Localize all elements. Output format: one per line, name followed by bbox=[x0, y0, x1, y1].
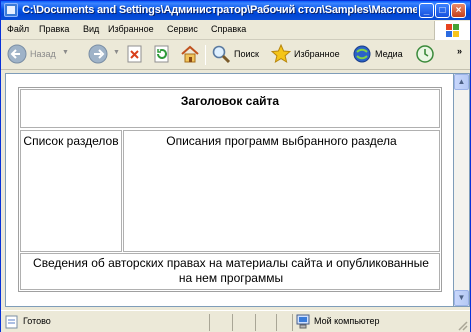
stop-icon bbox=[127, 45, 142, 63]
status-separator bbox=[276, 314, 277, 331]
back-dropdown-icon[interactable]: ▼ bbox=[62, 49, 69, 56]
media-label: Медиа bbox=[375, 49, 403, 59]
home-icon bbox=[181, 45, 199, 63]
star-icon bbox=[271, 44, 291, 64]
main-cell: Описания программ выбранного раздела bbox=[123, 130, 440, 252]
toolbar-separator bbox=[205, 45, 206, 65]
media-button[interactable]: Медиа bbox=[352, 44, 408, 66]
search-label: Поиск bbox=[234, 49, 259, 59]
page-viewport[interactable]: Заголовок сайта Список разделов Описания… bbox=[5, 73, 454, 307]
stop-button[interactable] bbox=[127, 44, 145, 66]
sections-list-text: Список разделов bbox=[23, 134, 119, 148]
forward-button[interactable]: ▼ bbox=[88, 44, 122, 66]
forward-arrow-icon bbox=[88, 44, 108, 64]
status-separator bbox=[209, 314, 210, 331]
close-button[interactable]: × bbox=[451, 3, 466, 18]
back-label: Назад bbox=[30, 49, 56, 59]
scroll-up-icon[interactable]: ▲ bbox=[454, 74, 469, 90]
search-icon bbox=[212, 45, 231, 64]
back-button[interactable]: Назад ▼ bbox=[7, 44, 69, 66]
status-text: Готово bbox=[23, 316, 51, 326]
menu-favorites[interactable]: Избранное bbox=[108, 24, 154, 34]
favorites-label: Избранное bbox=[294, 49, 340, 59]
security-zone-text: Мой компьютер bbox=[314, 316, 380, 326]
my-computer-icon bbox=[296, 314, 310, 329]
scroll-down-icon[interactable]: ▼ bbox=[454, 290, 469, 306]
page-done-icon bbox=[5, 315, 18, 329]
history-button[interactable] bbox=[415, 44, 435, 66]
copyright-text: Сведения об авторских правах на материал… bbox=[33, 256, 429, 285]
windows-logo bbox=[434, 21, 470, 40]
programs-description-text: Описания программ выбранного раздела bbox=[166, 134, 397, 148]
menu-tools[interactable]: Сервис bbox=[167, 24, 198, 34]
resize-grip-icon[interactable] bbox=[456, 319, 468, 331]
vertical-scrollbar[interactable]: ▲ ▼ bbox=[454, 73, 470, 307]
footer-cell: Сведения об авторских правах на материал… bbox=[20, 253, 440, 290]
history-icon bbox=[416, 45, 434, 63]
menu-edit[interactable]: Правка bbox=[39, 24, 69, 34]
home-button[interactable] bbox=[180, 44, 200, 66]
site-title: Заголовок сайта bbox=[180, 94, 280, 108]
maximize-button[interactable]: □ bbox=[435, 3, 450, 18]
status-separator bbox=[292, 314, 293, 331]
menu-help[interactable]: Справка bbox=[211, 24, 246, 34]
browser-window: C:\Documents and Settings\Администратор\… bbox=[0, 0, 471, 332]
refresh-button[interactable] bbox=[154, 44, 172, 66]
header-cell: Заголовок сайта bbox=[20, 89, 440, 128]
ie-page-icon[interactable] bbox=[4, 3, 18, 17]
favorites-button[interactable]: Избранное bbox=[271, 44, 347, 66]
status-separator bbox=[255, 314, 256, 331]
back-arrow-icon bbox=[7, 44, 27, 64]
forward-dropdown-icon[interactable]: ▼ bbox=[113, 49, 120, 56]
layout-table: Заголовок сайта Список разделов Описания… bbox=[18, 87, 442, 292]
refresh-icon bbox=[154, 45, 169, 63]
nav-cell: Список разделов bbox=[20, 130, 122, 252]
menu-bar: Файл Правка Вид Избранное Сервис Справка bbox=[1, 20, 470, 40]
status-bar: Готово Мой компьютер bbox=[1, 310, 470, 332]
status-separator bbox=[232, 314, 233, 331]
media-icon bbox=[353, 45, 371, 63]
minimize-button[interactable]: _ bbox=[419, 3, 434, 18]
windows-flag-icon bbox=[446, 24, 460, 37]
toolbar: Назад ▼ ▼ Поиск Избранное Медиа bbox=[1, 40, 470, 70]
window-title: C:\Documents and Settings\Администратор\… bbox=[22, 4, 417, 16]
toolbar-overflow-chevron[interactable]: » bbox=[457, 46, 462, 56]
menu-view[interactable]: Вид bbox=[83, 24, 99, 34]
title-bar[interactable]: C:\Documents and Settings\Администратор\… bbox=[1, 1, 470, 20]
menu-file[interactable]: Файл bbox=[7, 24, 29, 34]
search-button[interactable]: Поиск bbox=[211, 44, 263, 66]
